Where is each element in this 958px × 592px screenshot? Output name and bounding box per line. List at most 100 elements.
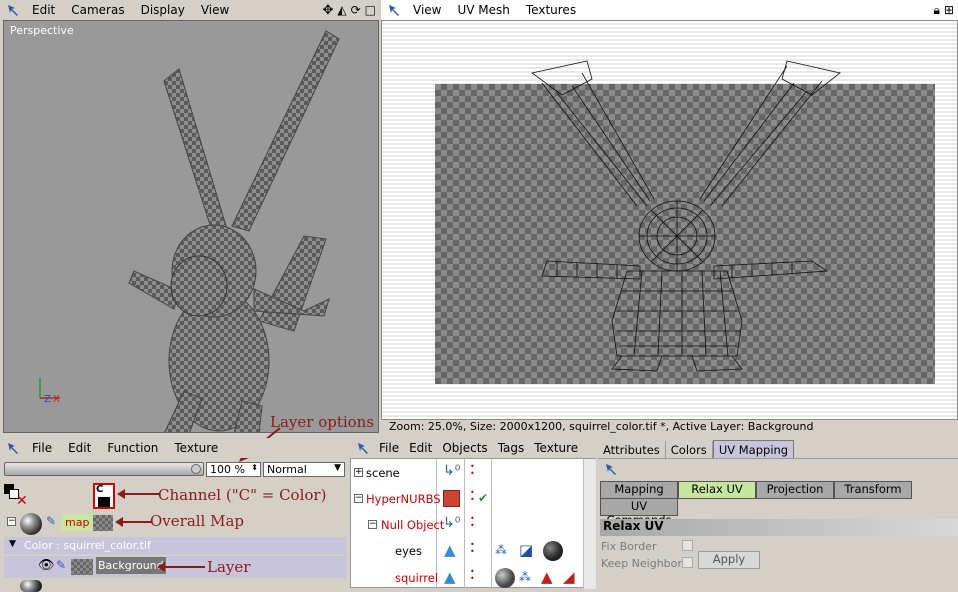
scale-icon[interactable]: ◭	[337, 3, 346, 17]
svg-text:Z: Z	[44, 394, 51, 405]
menu-view[interactable]: View	[405, 3, 449, 17]
map-thumbnail	[93, 515, 113, 531]
texture-tag-icon[interactable]: ◢	[563, 568, 575, 586]
uv-wireframe	[531, 60, 841, 372]
axis-icon: Z X	[39, 378, 60, 405]
move-icon[interactable]: ✥	[322, 3, 333, 18]
objects-panel-menubar: File Edit Objects Tags Texture	[350, 438, 596, 458]
check-icon[interactable]: ✔	[478, 491, 488, 505]
material-tag-icon[interactable]	[495, 568, 515, 588]
chevron-down-icon[interactable]: ▼	[9, 539, 16, 549]
subtab-projection[interactable]: Projection	[756, 481, 834, 499]
attributes-tabbar: Attributes Colors UV Mapping	[598, 438, 958, 460]
pin-icon[interactable]	[6, 3, 20, 17]
apply-button[interactable]: Apply	[698, 551, 760, 569]
perspective-viewport[interactable]: Perspective Z X	[3, 20, 379, 433]
uv-view-menubar: View UV Mesh Textures 🔒︎ ⊞	[381, 0, 958, 20]
tab-attributes[interactable]: Attributes	[598, 441, 666, 459]
uv-subtabs: Mapping Relax UV Projection Transform UV…	[600, 481, 958, 527]
menu-function[interactable]: Function	[99, 441, 166, 455]
null-object-icon: ↳⁰	[443, 463, 461, 479]
subtab-mapping[interactable]: Mapping	[600, 481, 678, 499]
status-text: Zoom: 25.0%, Size: 2000x1200, squirrel_c…	[389, 420, 814, 433]
texture-panel-menubar: File Edit Function Texture	[0, 438, 348, 458]
menu-cameras[interactable]: Cameras	[63, 3, 132, 17]
uv-status-bar: Zoom: 25.0%, Size: 2000x1200, squirrel_c…	[381, 420, 958, 436]
layer-thumbnail	[71, 559, 93, 575]
menu-edit[interactable]: Edit	[60, 441, 99, 455]
left-view-menubar: Edit Cameras Display View ✥ ◭ ⟳ □	[0, 0, 380, 20]
fix-border-label: Fix Border	[601, 540, 657, 553]
subtab-transform[interactable]: Transform	[834, 481, 912, 499]
annotation-channel: Channel ("C" = Color)	[158, 486, 327, 504]
menu-view[interactable]: View	[193, 3, 237, 17]
color-file-row[interactable]: ▼ Color : squirrel_color.tif	[4, 537, 346, 554]
menu-edit[interactable]: Edit	[404, 441, 437, 455]
polygon-icon: ▲	[444, 568, 456, 586]
stepper-icon[interactable]: ⬍	[251, 463, 258, 472]
opacity-field[interactable]: 100 % ⬍	[206, 462, 261, 477]
menu-file[interactable]: File	[374, 441, 404, 455]
menu-objects[interactable]: Objects	[437, 441, 492, 455]
tab-colors[interactable]: Colors	[666, 441, 713, 459]
keep-neighbors-label: Keep Neighbors	[601, 557, 688, 570]
subtab-uv-commands[interactable]: UV Commands	[600, 498, 678, 527]
annotation-layer-options: Layer options	[270, 413, 375, 431]
menu-display[interactable]: Display	[133, 3, 193, 17]
visibility-dots[interactable]: • •	[470, 515, 475, 530]
blend-mode-select[interactable]: Normal ▼	[263, 462, 345, 477]
uv-editor-canvas[interactable]	[381, 20, 958, 420]
object-item-null[interactable]: − Null Object ↳⁰ • •	[351, 515, 583, 537]
uvw-tag-icon[interactable]: ⁂	[519, 570, 531, 584]
delete-icon[interactable]: ✕	[16, 494, 28, 508]
channel-toggle-icon[interactable]: ✕	[4, 484, 30, 508]
tree-scrollbar[interactable]	[583, 459, 596, 589]
opacity-slider[interactable]	[4, 462, 204, 476]
menu-tags[interactable]: Tags	[493, 441, 530, 455]
annotation-arrow	[117, 489, 159, 499]
menu-texture[interactable]: Texture	[166, 441, 226, 455]
visibility-dots[interactable]: • •	[470, 541, 475, 556]
texture-tag-icon[interactable]: ◪	[519, 541, 533, 559]
lock-icon[interactable]: 🔒︎	[934, 3, 940, 18]
object-item-scene[interactable]: + scene ↳⁰ • •	[351, 463, 583, 485]
fix-border-checkbox[interactable]	[682, 540, 693, 551]
annotation-layer: Layer	[207, 558, 251, 576]
menu-file[interactable]: File	[24, 441, 60, 455]
uvw-tag-icon[interactable]: ⁂	[495, 543, 507, 557]
squirrel-model	[128, 30, 340, 432]
material-tag-icon[interactable]	[543, 541, 563, 561]
maximize-icon[interactable]: □	[365, 3, 376, 17]
selection-tag-icon[interactable]: ▲	[541, 568, 553, 586]
collapse-toggle[interactable]: −	[7, 517, 16, 526]
maximize-icon[interactable]: ⊞	[944, 3, 954, 17]
menu-uv-mesh[interactable]: UV Mesh	[449, 3, 517, 17]
object-item-hypernurbs[interactable]: − HyperNURBS • • ✔	[351, 489, 583, 511]
pin-icon[interactable]	[6, 441, 20, 455]
menu-texture[interactable]: Texture	[529, 441, 583, 455]
rotate-icon[interactable]: ⟳	[351, 3, 361, 17]
slider-handle[interactable]	[191, 464, 201, 474]
annotation-arrow	[115, 517, 152, 527]
eye-icon[interactable]: 👁︎	[38, 558, 55, 573]
menu-textures[interactable]: Textures	[518, 3, 584, 17]
tab-uv-mapping[interactable]: UV Mapping	[712, 440, 795, 460]
attributes-toolbar	[598, 458, 958, 478]
object-item-eyes[interactable]: eyes ▲ • • ⁂ ◪	[351, 541, 583, 563]
partial-row	[20, 580, 60, 592]
visibility-dots[interactable]: • •	[470, 463, 475, 478]
object-item-squirrel[interactable]: squirrel ▲ • • ⁂ ▲ ◢	[351, 566, 583, 588]
channel-color-icon[interactable]: C	[93, 483, 115, 509]
annotation-arrow	[157, 562, 205, 572]
visibility-dots[interactable]: • •	[470, 568, 475, 583]
subtab-relax-uv[interactable]: Relax UV	[678, 481, 756, 499]
pin-icon[interactable]	[356, 441, 370, 455]
annotation-overall-map: Overall Map	[150, 512, 245, 530]
visibility-dots[interactable]: • •	[470, 489, 475, 504]
fix-border-row: Fix Border	[600, 539, 958, 555]
pin-icon[interactable]	[604, 462, 618, 476]
menu-edit[interactable]: Edit	[24, 3, 63, 17]
keep-neighbors-checkbox[interactable]	[682, 557, 693, 568]
pin-icon[interactable]	[387, 3, 401, 17]
polygon-icon: ▲	[444, 541, 456, 559]
